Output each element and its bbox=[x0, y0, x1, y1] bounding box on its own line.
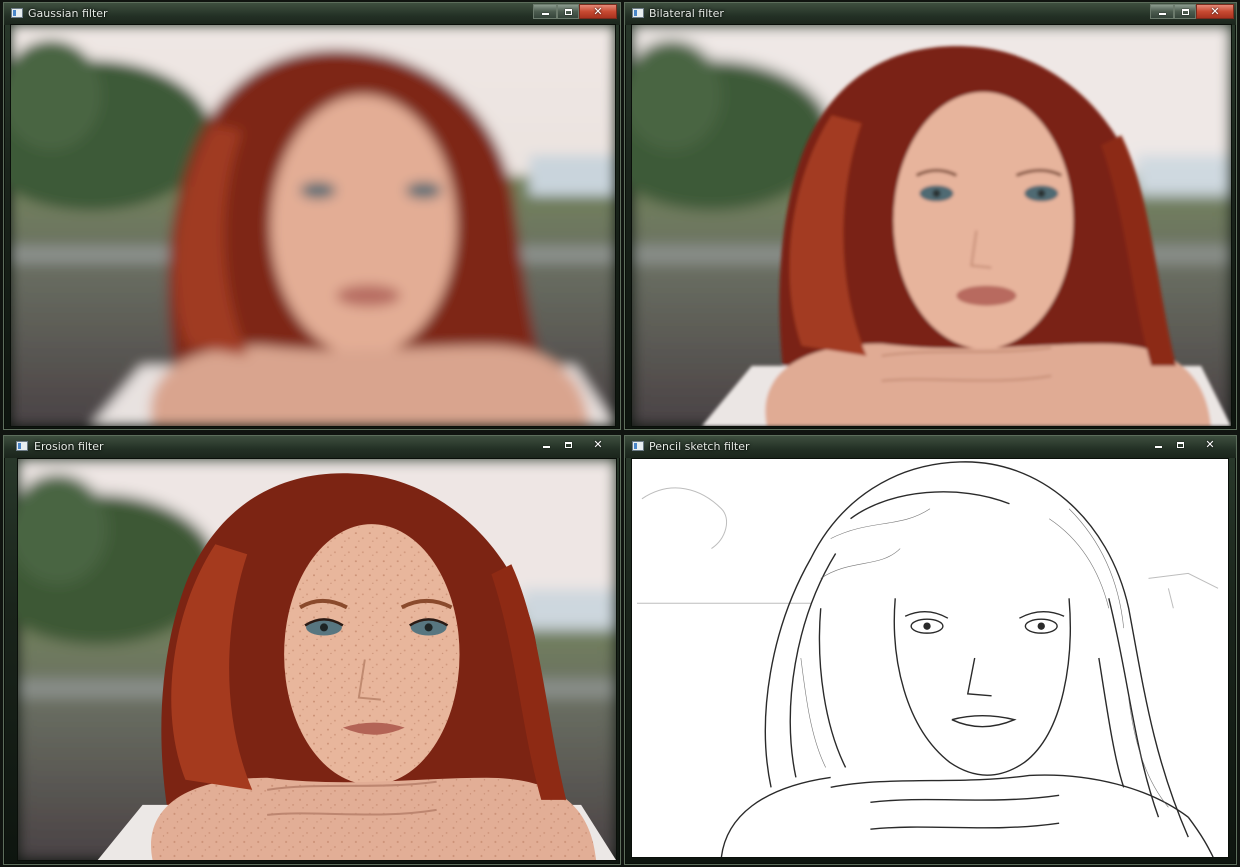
close-icon: ✕ bbox=[1210, 5, 1220, 18]
gaussian-window[interactable]: Gaussian filter ✕ bbox=[3, 2, 621, 430]
gaussian-titlebar[interactable]: Gaussian filter ✕ bbox=[4, 3, 620, 25]
gaussian-blurred-portrait bbox=[11, 25, 615, 426]
app-icon bbox=[11, 8, 23, 18]
maximize-icon bbox=[1181, 8, 1189, 15]
minimize-button[interactable] bbox=[537, 437, 555, 452]
close-icon: ✕ bbox=[1205, 438, 1215, 451]
pencil-image-canvas bbox=[631, 458, 1229, 858]
minimize-icon bbox=[542, 446, 550, 448]
erosion-image-canvas bbox=[17, 458, 617, 861]
window-title: Erosion filter bbox=[34, 440, 104, 453]
erosion-sharp-portrait bbox=[18, 459, 616, 860]
close-icon: ✕ bbox=[593, 5, 603, 18]
window-title: Gaussian filter bbox=[28, 7, 108, 20]
maximize-button[interactable] bbox=[1174, 4, 1196, 19]
minimize-icon bbox=[1154, 446, 1162, 448]
pencil-window[interactable]: Pencil sketch filter ✕ bbox=[624, 435, 1237, 865]
maximize-icon bbox=[1176, 441, 1184, 448]
app-icon bbox=[632, 441, 644, 451]
close-button[interactable]: ✕ bbox=[1200, 437, 1220, 452]
pencil-sketch-portrait bbox=[632, 459, 1228, 857]
erosion-titlebar[interactable]: Erosion filter ✕ bbox=[4, 436, 620, 458]
minimize-button[interactable] bbox=[1149, 437, 1167, 452]
window-title: Bilateral filter bbox=[649, 7, 724, 20]
app-icon bbox=[16, 441, 28, 451]
minimize-button[interactable] bbox=[533, 4, 557, 19]
maximize-button[interactable] bbox=[557, 4, 579, 19]
close-icon: ✕ bbox=[593, 438, 603, 451]
maximize-button[interactable] bbox=[559, 437, 577, 452]
bilateral-titlebar[interactable]: Bilateral filter ✕ bbox=[625, 3, 1236, 25]
close-button[interactable]: ✕ bbox=[579, 4, 617, 19]
maximize-icon bbox=[564, 8, 572, 15]
bilateral-window[interactable]: Bilateral filter ✕ bbox=[624, 2, 1237, 430]
close-button[interactable]: ✕ bbox=[1196, 4, 1234, 19]
erosion-window[interactable]: Erosion filter ✕ bbox=[3, 435, 621, 865]
close-button[interactable]: ✕ bbox=[588, 437, 608, 452]
bilateral-image-canvas bbox=[631, 24, 1232, 427]
window-title: Pencil sketch filter bbox=[649, 440, 750, 453]
pencil-titlebar[interactable]: Pencil sketch filter ✕ bbox=[625, 436, 1236, 458]
maximize-button[interactable] bbox=[1171, 437, 1189, 452]
bilateral-smoothed-portrait bbox=[632, 25, 1231, 426]
gaussian-image-canvas bbox=[10, 24, 616, 427]
minimize-button[interactable] bbox=[1150, 4, 1174, 19]
minimize-icon bbox=[541, 13, 549, 15]
minimize-icon bbox=[1158, 13, 1166, 15]
app-icon bbox=[632, 8, 644, 18]
maximize-icon bbox=[564, 441, 572, 448]
